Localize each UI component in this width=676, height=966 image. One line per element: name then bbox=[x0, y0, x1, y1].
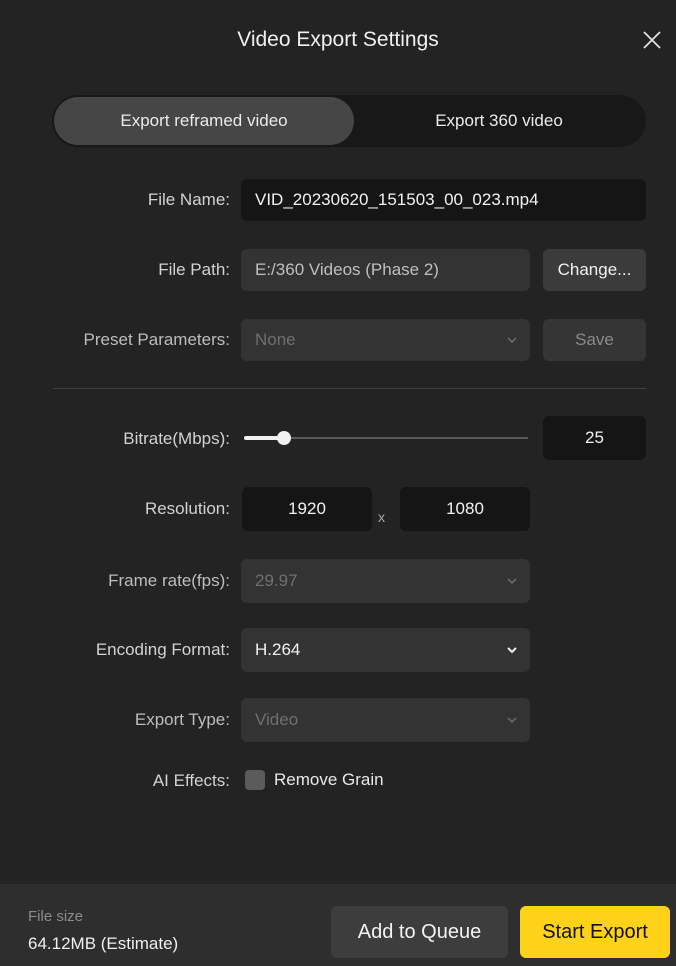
file-path-label: File Path: bbox=[158, 260, 230, 279]
tab-export-reframed[interactable]: Export reframed video bbox=[54, 97, 354, 145]
export-type-select[interactable]: Video bbox=[241, 698, 530, 742]
dialog-title: Video Export Settings bbox=[237, 28, 439, 51]
file-name-value: VID_20230620_151503_00_023.mp4 bbox=[255, 190, 539, 209]
export-type-label: Export Type: bbox=[134, 710, 230, 729]
chevron-down-icon bbox=[507, 717, 517, 724]
close-icon[interactable] bbox=[640, 28, 664, 52]
file-path-value: E:/360 Videos (Phase 2) bbox=[255, 260, 439, 279]
encoding-format-value: H.264 bbox=[255, 640, 301, 659]
file-path-field: E:/360 Videos (Phase 2) bbox=[241, 249, 530, 291]
frame-rate-label: Frame rate(fps): bbox=[108, 571, 230, 590]
file-name-label: File Name: bbox=[147, 190, 230, 209]
ai-effects-label: AI Effects: bbox=[152, 771, 230, 790]
resolution-width-value: 1920 bbox=[288, 499, 326, 518]
export-type-value: Video bbox=[255, 710, 299, 729]
export-mode-tabs: Export reframed video Export 360 video bbox=[52, 95, 646, 147]
encoding-format-label: Encoding Format: bbox=[95, 640, 230, 659]
resolution-width-input[interactable]: 1920 bbox=[242, 487, 372, 531]
resolution-height-input[interactable]: 1080 bbox=[400, 487, 530, 531]
bitrate-slider[interactable] bbox=[244, 431, 528, 445]
divider bbox=[53, 388, 646, 389]
bitrate-input[interactable]: 25 bbox=[543, 416, 646, 460]
preset-select[interactable]: None bbox=[241, 319, 530, 361]
file-size-label: File size bbox=[28, 908, 84, 925]
file-size-value: 64.12MB (Estimate) bbox=[28, 934, 179, 953]
change-path-button[interactable]: Change... bbox=[543, 249, 646, 291]
export-dialog: Video Export Settings Export reframed vi… bbox=[0, 0, 676, 966]
bitrate-value: 25 bbox=[585, 428, 604, 447]
frame-rate-value: 29.97 bbox=[255, 571, 298, 590]
chevron-down-icon bbox=[507, 647, 517, 654]
bitrate-slider-handle[interactable] bbox=[276, 431, 291, 445]
chevron-down-icon bbox=[507, 337, 517, 344]
chevron-down-icon bbox=[507, 578, 517, 585]
save-preset-button[interactable]: Save bbox=[543, 319, 646, 361]
tab-export-360[interactable]: Export 360 video bbox=[352, 97, 646, 145]
preset-value: None bbox=[255, 330, 296, 349]
file-name-input[interactable]: VID_20230620_151503_00_023.mp4 bbox=[241, 179, 646, 221]
start-export-button[interactable]: Start Export bbox=[520, 906, 670, 958]
resolution-separator: x bbox=[378, 509, 385, 525]
resolution-label: Resolution: bbox=[144, 499, 230, 518]
resolution-height-value: 1080 bbox=[446, 499, 484, 518]
bitrate-label: Bitrate(Mbps): bbox=[123, 429, 230, 448]
add-to-queue-button[interactable]: Add to Queue bbox=[331, 906, 508, 958]
frame-rate-select[interactable]: 29.97 bbox=[241, 559, 530, 603]
remove-grain-label[interactable]: Remove Grain bbox=[274, 770, 384, 790]
preset-label: Preset Parameters: bbox=[83, 330, 230, 349]
remove-grain-checkbox[interactable] bbox=[245, 770, 265, 790]
encoding-format-select[interactable]: H.264 bbox=[241, 628, 530, 672]
